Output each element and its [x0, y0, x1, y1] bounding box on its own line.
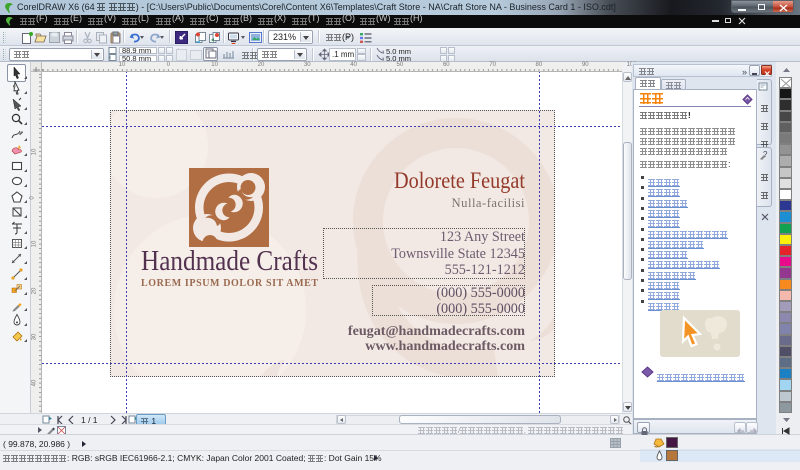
- svg-text:?: ?: [763, 150, 768, 159]
